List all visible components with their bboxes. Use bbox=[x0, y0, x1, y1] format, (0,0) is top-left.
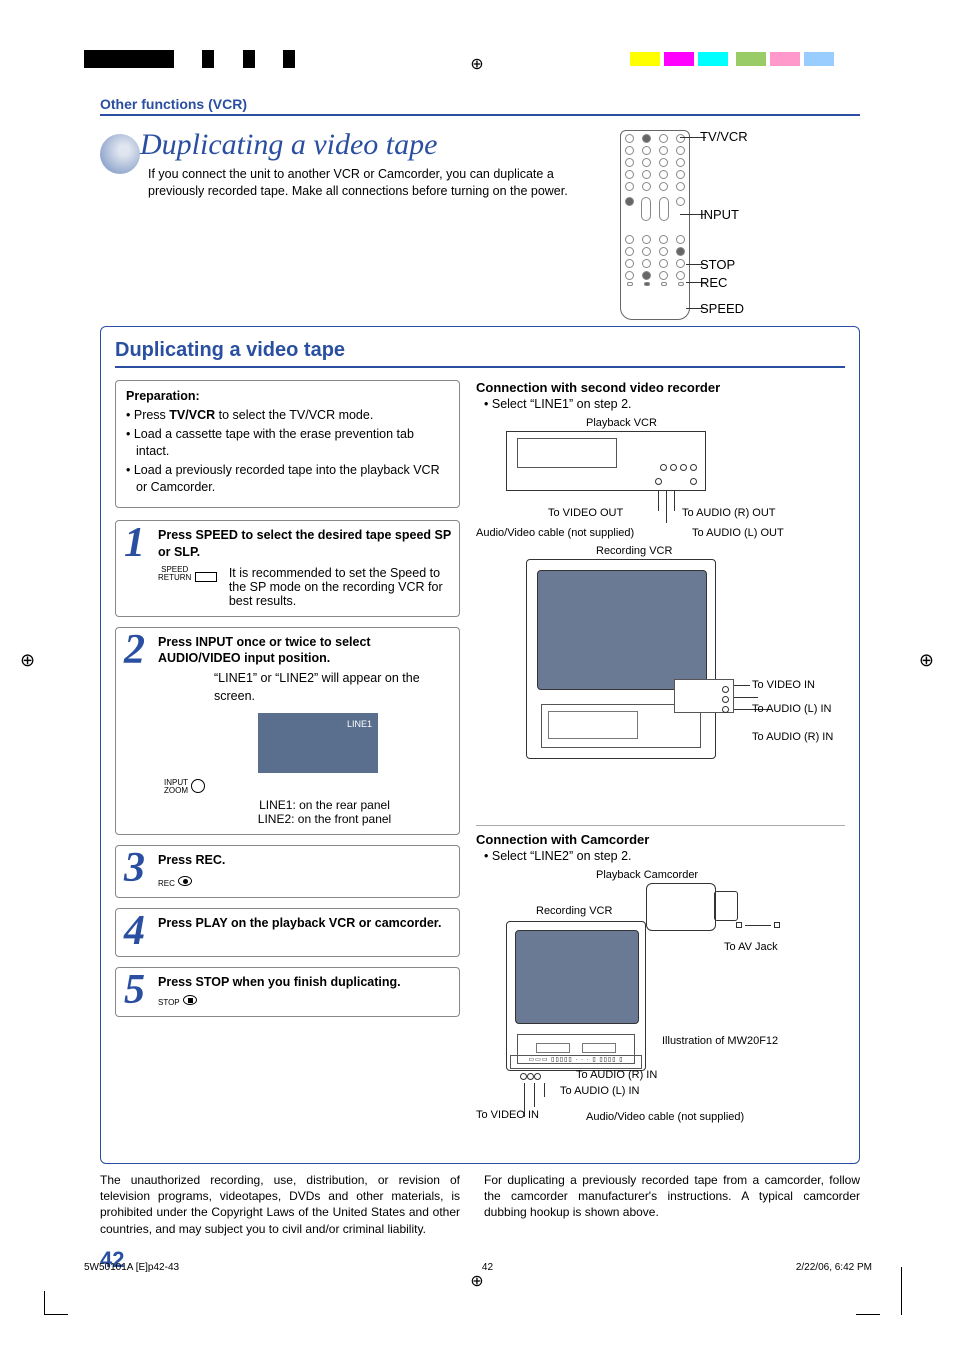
register-mark-left-icon: ⊕ bbox=[20, 650, 35, 671]
preparation-label: Preparation: bbox=[126, 389, 449, 403]
connection-vcr-note: Select “LINE1” on step 2. bbox=[484, 397, 845, 411]
speed-button-icon: SPEED RETURN bbox=[158, 566, 217, 583]
connection-vcr-title: Connection with second video recorder bbox=[476, 380, 845, 395]
step-heading: Press PLAY on the playback VCR or camcor… bbox=[158, 915, 451, 931]
remote-label-rec: REC bbox=[700, 276, 727, 289]
page-title: Duplicating a video tape bbox=[140, 128, 437, 161]
intro-text: If you connect the unit to another VCR o… bbox=[148, 166, 610, 200]
connection-camcorder-title: Connection with Camcorder bbox=[476, 832, 845, 847]
crop-mark-br bbox=[856, 1291, 880, 1315]
step-heading: Press REC. bbox=[158, 852, 451, 868]
step-body: It is recommended to set the Speed to th… bbox=[229, 566, 451, 608]
prep-item: Load a previously recorded tape into the… bbox=[126, 462, 449, 496]
connection-camcorder-note: Select “LINE2” on step 2. bbox=[484, 849, 845, 863]
step-5: 5 Press STOP when you finish duplicating… bbox=[115, 967, 460, 1017]
camcorder-procedure-note: For duplicating a previously recorded ta… bbox=[484, 1172, 860, 1221]
register-mark-bottom-icon: ⊕ bbox=[470, 1271, 483, 1291]
main-heading: Duplicating a video tape bbox=[115, 339, 845, 368]
step-heading: Press SPEED to select the desired tape s… bbox=[158, 527, 451, 560]
prep-item: Load a cassette tape with the erase prev… bbox=[126, 426, 449, 460]
register-mark-right-icon: ⊕ bbox=[919, 650, 934, 671]
register-mark-icon: ⊕ bbox=[470, 54, 483, 74]
copyright-note: The unauthorized recording, use, distrib… bbox=[100, 1172, 460, 1237]
diagram-camcorder-connection: Playback Camcorder To AV Jack Recording … bbox=[476, 869, 845, 1149]
step-heading: Press INPUT once or twice to select AUDI… bbox=[158, 634, 451, 667]
step-1: 1 Press SPEED to select the desired tape… bbox=[115, 520, 460, 617]
remote-label-tvvcr: TV/VCR bbox=[700, 130, 748, 143]
crop-mark-bl bbox=[44, 1291, 68, 1315]
remote-body bbox=[620, 130, 690, 320]
step-body: “LINE1” or “LINE2” will appear on the sc… bbox=[214, 670, 451, 705]
preparation-box: Preparation: Press TV/VCR to select the … bbox=[115, 380, 460, 508]
remote-label-speed: SPEED bbox=[700, 302, 744, 315]
remote-label-stop: STOP bbox=[700, 258, 735, 271]
step-heading: Press STOP when you finish duplicating. bbox=[158, 974, 451, 990]
section-header: Other functions (VCR) bbox=[100, 96, 860, 116]
black-bar bbox=[84, 50, 334, 68]
color-bar bbox=[626, 52, 834, 71]
crop-marks-top: ⊕ bbox=[0, 50, 954, 72]
main-instruction-box: Duplicating a video tape Preparation: Pr… bbox=[100, 326, 860, 1164]
remote-diagram: TV/VCR INPUT STOP REC SPEED bbox=[620, 130, 860, 320]
step-3: 3 Press REC. REC bbox=[115, 845, 460, 897]
caption-line2: LINE2: on the front panel bbox=[198, 812, 451, 826]
remote-label-input: INPUT bbox=[700, 208, 739, 221]
caption-line1: LINE1: on the rear panel bbox=[198, 798, 451, 812]
footer-date: 2/22/06, 6:42 PM bbox=[796, 1262, 872, 1273]
footer-file: 5W50101A [E]p42-43 bbox=[84, 1262, 179, 1273]
stop-button-icon: STOP bbox=[158, 994, 451, 1008]
diagram-vcr-connection: Playback VCR To VIDEO OUT To AUDIO (R) O… bbox=[476, 417, 845, 817]
crop-mark-br2 bbox=[901, 1267, 902, 1315]
step-2: 2 Press INPUT once or twice to select AU… bbox=[115, 627, 460, 836]
tv-screen-preview: LINE1 bbox=[258, 713, 378, 773]
sphere-bullet-icon bbox=[100, 134, 140, 174]
input-button-icon: INPUT ZOOM bbox=[164, 779, 451, 796]
step-4: 4 Press PLAY on the playback VCR or camc… bbox=[115, 908, 460, 958]
prep-item: Press TV/VCR to select the TV/VCR mode. bbox=[126, 407, 449, 424]
rec-button-icon: REC bbox=[158, 875, 451, 889]
